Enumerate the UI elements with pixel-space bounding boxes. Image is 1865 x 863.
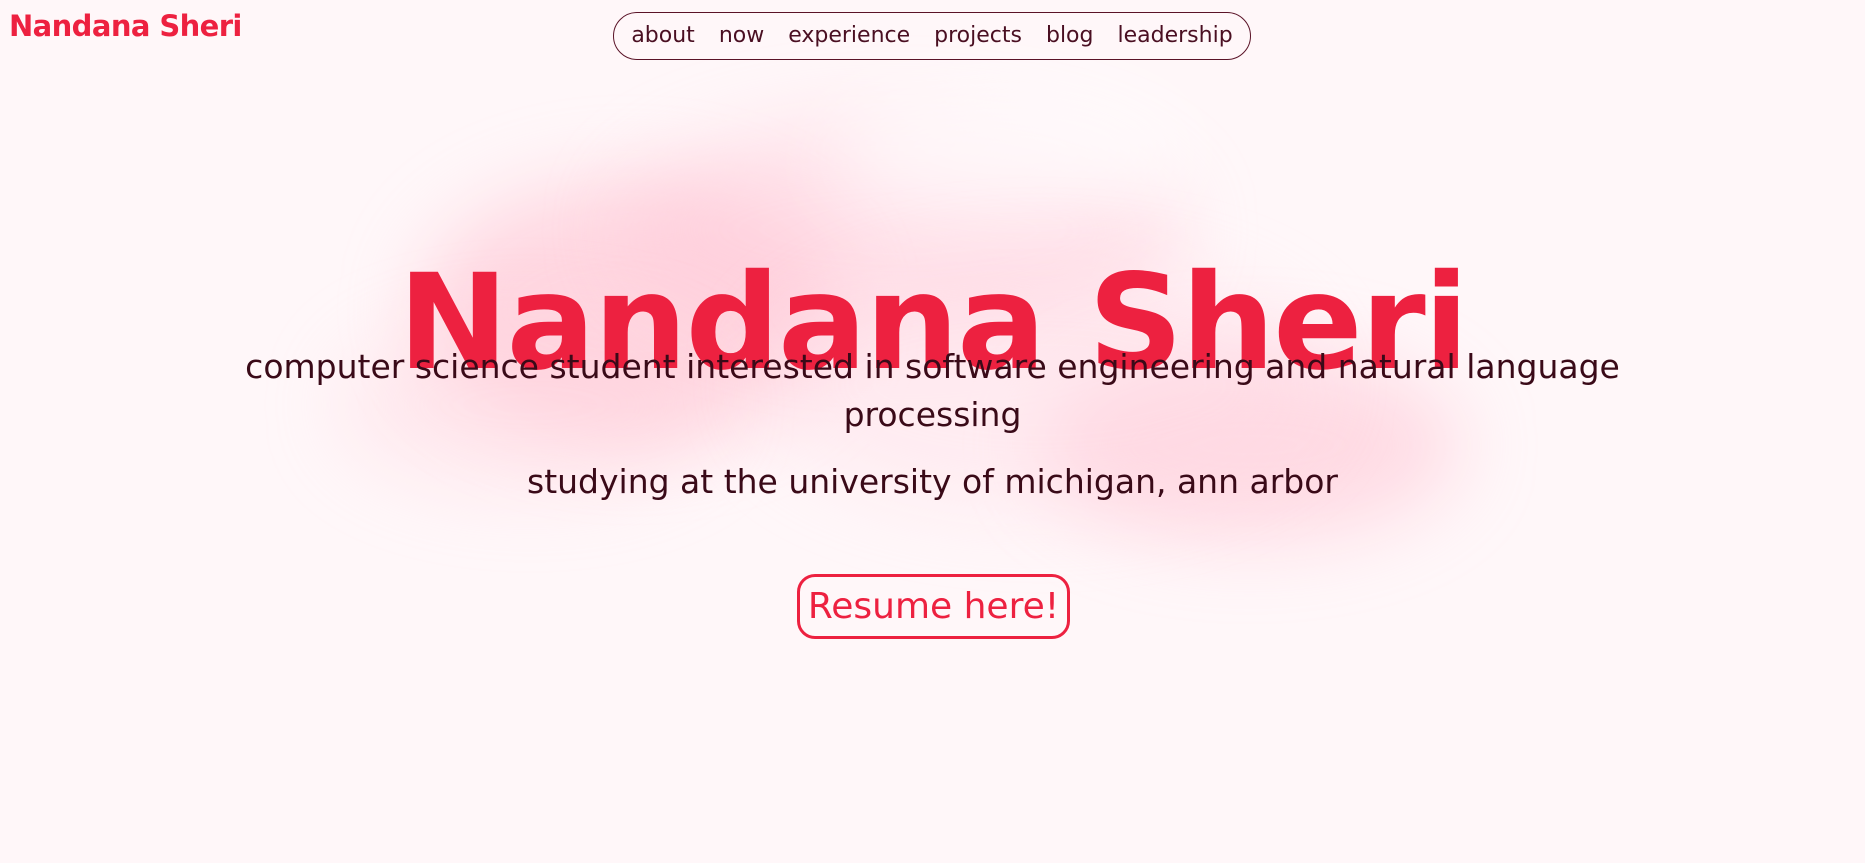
nav-link-projects[interactable]: projects xyxy=(934,25,1022,47)
hero-tagline: computer science student interested in s… xyxy=(245,347,1620,434)
nav-link-experience[interactable]: experience xyxy=(788,25,910,47)
resume-button[interactable]: Resume here! xyxy=(797,574,1070,639)
nav-link-leadership[interactable]: leadership xyxy=(1118,25,1233,47)
background-blob xyxy=(830,80,1190,220)
nav-link-now[interactable]: now xyxy=(719,25,764,47)
hero-school: studying at the university of michigan, … xyxy=(527,462,1338,501)
brand-logo[interactable]: Nandana Sheri xyxy=(9,12,242,41)
nav-link-about[interactable]: about xyxy=(631,25,694,47)
nav-link-blog[interactable]: blog xyxy=(1046,25,1094,47)
main-nav: about now experience projects blog leade… xyxy=(613,12,1251,60)
